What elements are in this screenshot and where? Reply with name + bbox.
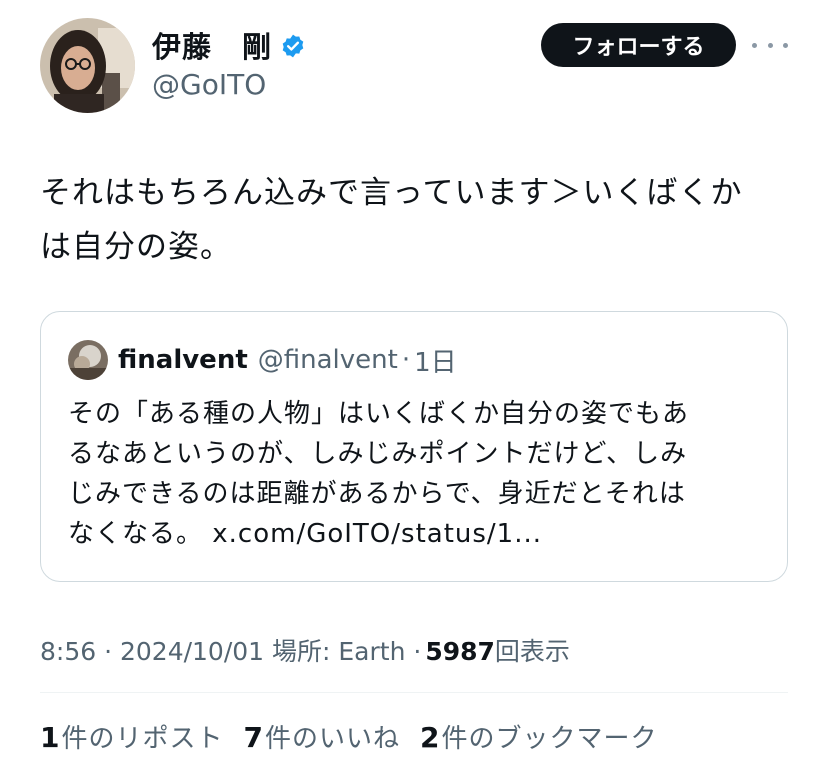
quoted-timestamp: 1日 bbox=[414, 347, 457, 378]
more-options-icon[interactable] bbox=[752, 30, 788, 60]
tweet-text: それはもちろん込みで言っています＞いくばくか は自分の姿。 bbox=[40, 175, 743, 265]
quoted-tweet-card[interactable]: finalvent @finalvent · 1日 その「ある種の人物」はいくば… bbox=[40, 311, 788, 582]
quoted-author-avatar[interactable] bbox=[68, 340, 108, 380]
quoted-tweet-text: その「ある種の人物」はいくばくか自分の姿でもあ るなあというのが、しみじみポイン… bbox=[68, 399, 690, 549]
bookmarks-stat[interactable]: 2 件のブックマーク bbox=[420, 718, 658, 755]
likes-stat[interactable]: 7 件のいいね bbox=[244, 718, 401, 755]
bookmarks-count: 2 bbox=[420, 721, 440, 754]
quoted-author-name: finalvent bbox=[118, 345, 248, 375]
quoted-separator: · bbox=[401, 345, 411, 375]
follow-button[interactable]: フォローする bbox=[541, 23, 736, 67]
author-handle[interactable]: @GoITO bbox=[152, 68, 266, 101]
author-name[interactable]: 伊藤 剛 bbox=[152, 24, 272, 66]
likes-label: 件のいいね bbox=[264, 724, 400, 754]
views-label: 回表示 bbox=[494, 637, 570, 666]
reposts-stat[interactable]: 1 件のリポスト bbox=[40, 718, 224, 755]
tweet-detail: 伊藤 剛 @GoITO フォローする それはもちろん込みで言っています＞いくばく… bbox=[0, 0, 828, 763]
reposts-label: 件のリポスト bbox=[61, 724, 224, 754]
verified-badge-icon bbox=[280, 32, 306, 58]
likes-count: 7 bbox=[243, 721, 263, 754]
engagement-stats: 1 件のリポスト 7 件のいいね 2 件のブックマーク bbox=[40, 718, 678, 755]
tweet-meta: 8:56 · 2024/10/01 場所: Earth · 5987 回表示 bbox=[40, 632, 570, 668]
divider bbox=[40, 692, 788, 693]
views-count: 5987 bbox=[425, 637, 495, 666]
author-name-row[interactable]: 伊藤 剛 bbox=[152, 24, 306, 66]
bookmarks-label: 件のブックマーク bbox=[441, 724, 658, 754]
reposts-count: 1 bbox=[40, 721, 60, 754]
tweet-timestamp-location[interactable]: 8:56 · 2024/10/01 場所: Earth · bbox=[40, 632, 421, 668]
quoted-author-handle: @finalvent bbox=[257, 345, 398, 375]
author-avatar[interactable] bbox=[40, 18, 135, 113]
quoted-tweet-header: finalvent @finalvent · 1日 bbox=[68, 340, 457, 380]
